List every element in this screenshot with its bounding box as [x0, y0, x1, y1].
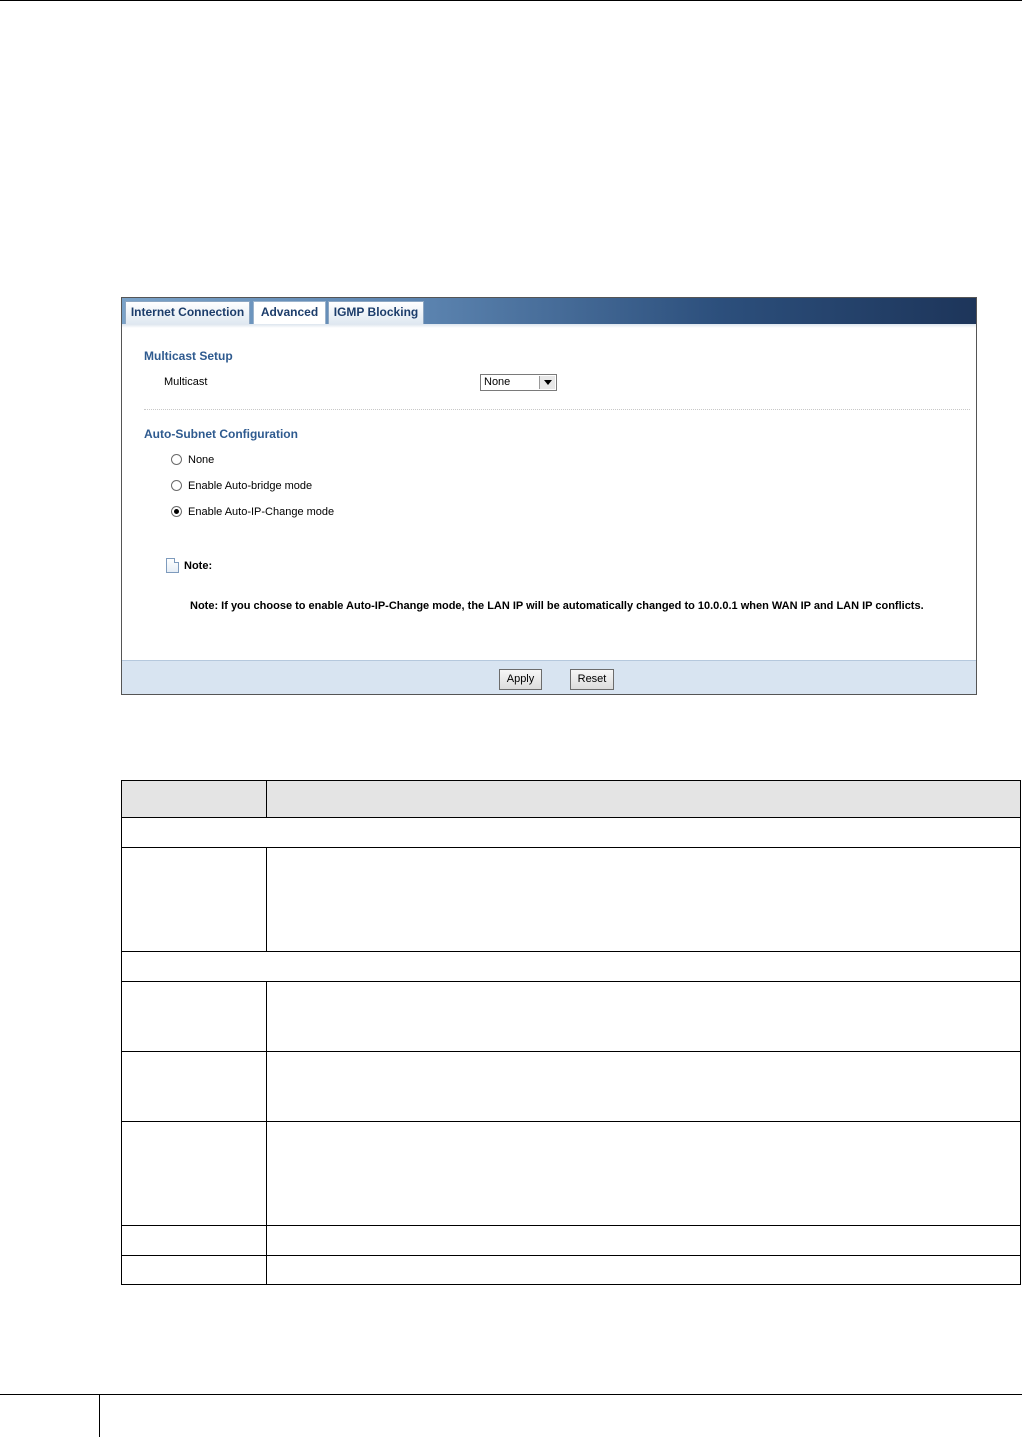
table-row — [122, 1122, 1020, 1226]
column-divider — [266, 848, 267, 951]
multicast-setup-title: Multicast Setup — [144, 349, 233, 363]
column-divider — [266, 1122, 267, 1225]
table-section-row — [122, 818, 1020, 848]
radio-auto-bridge-label: Enable Auto-bridge mode — [188, 480, 313, 492]
footer-rule — [100, 1394, 1022, 1395]
advanced-settings-screenshot: Internet Connection Advanced IGMP Blocki… — [121, 297, 977, 695]
apply-button[interactable]: Apply — [499, 669, 542, 690]
auto-subnet-title: Auto-Subnet Configuration — [144, 427, 298, 441]
multicast-select[interactable]: None — [480, 374, 557, 391]
column-divider — [266, 1052, 267, 1121]
column-divider — [266, 781, 267, 817]
multicast-label: Multicast — [164, 376, 208, 388]
radio-auto-bridge[interactable] — [171, 480, 182, 491]
tab-advanced[interactable]: Advanced — [253, 301, 326, 324]
note-text: Note: If you choose to enable Auto-IP-Ch… — [190, 600, 924, 612]
tab-internet-connection[interactable]: Internet Connection — [125, 301, 250, 324]
table-row — [122, 848, 1020, 952]
chevron-down-icon — [539, 376, 555, 389]
table-row — [122, 1226, 1020, 1256]
button-bar: Apply Reset — [122, 660, 976, 694]
tab-igmp-blocking[interactable]: IGMP Blocking — [328, 301, 424, 324]
column-divider — [266, 1226, 267, 1255]
reset-button[interactable]: Reset — [570, 669, 614, 690]
table-section-row — [122, 952, 1020, 982]
table-row — [122, 1052, 1020, 1122]
multicast-select-value: None — [484, 376, 511, 388]
table-row — [122, 1256, 1020, 1284]
table-header-row — [122, 781, 1020, 818]
table-row — [122, 982, 1020, 1052]
column-divider — [266, 982, 267, 1051]
description-table — [121, 780, 1021, 1285]
radio-auto-ip-change[interactable] — [171, 506, 182, 517]
tab-bar: Internet Connection Advanced IGMP Blocki… — [122, 298, 976, 324]
column-divider — [266, 1256, 267, 1284]
page-number-box — [0, 1394, 100, 1437]
note-heading: Note: — [184, 560, 213, 572]
page-top-rule — [0, 0, 1022, 1]
section-divider — [144, 409, 970, 410]
tab-bar-shadow — [122, 324, 976, 328]
note-icon — [166, 558, 179, 573]
radio-auto-ip-change-label: Enable Auto-IP-Change mode — [188, 506, 335, 518]
radio-none-label: None — [188, 454, 215, 466]
radio-none[interactable] — [171, 454, 182, 465]
